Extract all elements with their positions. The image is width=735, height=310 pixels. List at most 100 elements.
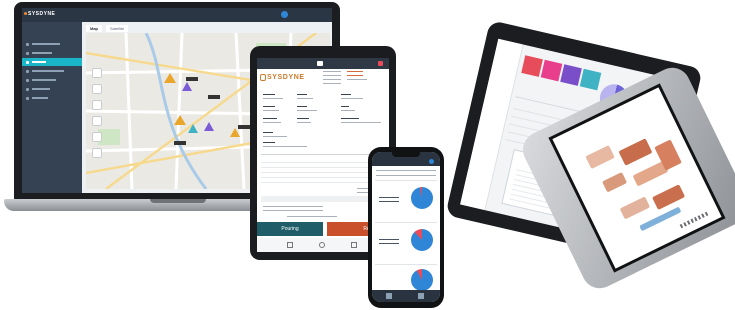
phone-tabbar xyxy=(372,290,440,302)
donut-chart xyxy=(411,187,433,209)
donut-chart xyxy=(411,269,433,291)
map-toolbar xyxy=(92,68,102,188)
plant-summary-card[interactable] xyxy=(375,264,437,291)
plant-summary-card[interactable] xyxy=(375,180,437,218)
text-line xyxy=(376,175,436,177)
location-icon[interactable] xyxy=(92,148,102,158)
text-line xyxy=(347,75,363,77)
text-line xyxy=(323,75,341,77)
sidebar-item-active[interactable] xyxy=(22,58,82,66)
field-value xyxy=(341,122,381,124)
logo-mark-icon xyxy=(260,74,266,81)
text-line xyxy=(376,170,436,172)
field-label xyxy=(341,118,359,120)
text-line xyxy=(347,71,363,73)
iphone-screen xyxy=(372,152,440,302)
field-label xyxy=(263,94,275,96)
sidebar xyxy=(22,22,82,193)
home-icon[interactable] xyxy=(319,242,325,248)
field-label xyxy=(341,94,351,96)
field-label xyxy=(297,94,307,96)
phone-notch xyxy=(392,152,420,157)
pouring-button[interactable]: Pouring xyxy=(257,222,323,236)
refresh-icon[interactable] xyxy=(92,116,102,126)
cloud-icon xyxy=(317,61,323,66)
text-line xyxy=(347,79,367,81)
status-tile[interactable] xyxy=(579,68,602,91)
status-tile[interactable] xyxy=(560,64,582,86)
text-line xyxy=(287,216,337,218)
laptop-hinge xyxy=(150,199,206,203)
field-label xyxy=(297,118,309,120)
field-label xyxy=(263,142,275,144)
avatar[interactable] xyxy=(429,159,434,164)
legend-item xyxy=(379,197,399,199)
map-icon xyxy=(26,61,29,64)
list-icon[interactable] xyxy=(92,100,102,110)
sidebar-item[interactable] xyxy=(22,76,82,84)
field-label xyxy=(263,118,277,120)
field-label xyxy=(341,106,349,108)
sidebar-item[interactable] xyxy=(22,40,82,48)
sidebar-item[interactable] xyxy=(22,94,82,102)
home-icon[interactable] xyxy=(386,293,392,299)
settings-icon[interactable] xyxy=(418,293,424,299)
field-value xyxy=(263,110,279,112)
field-value xyxy=(297,110,317,112)
plant-summary-card[interactable] xyxy=(375,222,437,260)
field-value xyxy=(263,136,287,138)
field-label xyxy=(297,106,307,108)
field-value xyxy=(341,110,355,112)
status-tile[interactable] xyxy=(540,59,563,82)
recents-icon[interactable] xyxy=(351,242,357,248)
donut-chart xyxy=(411,229,433,251)
sidebar-item[interactable] xyxy=(22,67,82,75)
legend-item xyxy=(379,201,399,203)
plant-diagram[interactable] xyxy=(652,184,686,210)
app-logo[interactable]: SYSDYNE xyxy=(28,11,55,17)
field-value xyxy=(297,98,313,100)
text-line xyxy=(323,79,341,81)
status-tile[interactable] xyxy=(521,55,543,77)
gear-icon xyxy=(26,97,29,100)
back-icon[interactable] xyxy=(287,242,293,248)
truck-icon xyxy=(26,70,29,73)
dashboard-icon xyxy=(26,43,29,46)
divider xyxy=(261,154,385,155)
line-items-table[interactable] xyxy=(261,158,385,184)
section-header xyxy=(261,196,385,202)
top-navbar: SYSDYNE xyxy=(22,8,332,22)
filter-icon[interactable] xyxy=(92,84,102,94)
field-value xyxy=(263,98,283,100)
legend-item xyxy=(379,239,399,241)
sidebar-item[interactable] xyxy=(22,49,82,57)
tablet-topbar xyxy=(257,58,389,69)
field-label xyxy=(263,106,275,108)
field-value xyxy=(297,122,311,124)
pipe-diagram xyxy=(639,206,682,232)
ticket-icon xyxy=(26,79,29,82)
field-value xyxy=(263,146,307,148)
list-icon xyxy=(26,52,29,55)
app-logo: SYSDYNE xyxy=(267,74,305,81)
plant-diagram[interactable] xyxy=(602,172,628,193)
tab-satellite[interactable]: Satellite xyxy=(106,25,129,32)
tab-map[interactable]: Map xyxy=(86,25,102,32)
field-value xyxy=(341,98,363,100)
legend-item xyxy=(379,243,399,245)
text-line xyxy=(323,83,341,85)
layers-icon[interactable] xyxy=(92,68,102,78)
zoom-icon[interactable] xyxy=(92,132,102,142)
logo-mark-icon xyxy=(24,12,27,15)
text-line xyxy=(263,210,323,212)
plant-diagram[interactable] xyxy=(585,145,615,170)
text-line xyxy=(323,71,341,73)
field-value xyxy=(263,122,281,124)
plant-diagram[interactable] xyxy=(619,196,651,220)
text-line xyxy=(263,206,323,208)
avatar[interactable] xyxy=(281,11,288,18)
field-label xyxy=(263,132,273,134)
alert-icon[interactable] xyxy=(378,61,383,66)
plant-diagram[interactable] xyxy=(618,138,653,166)
sidebar-item[interactable] xyxy=(22,85,82,93)
